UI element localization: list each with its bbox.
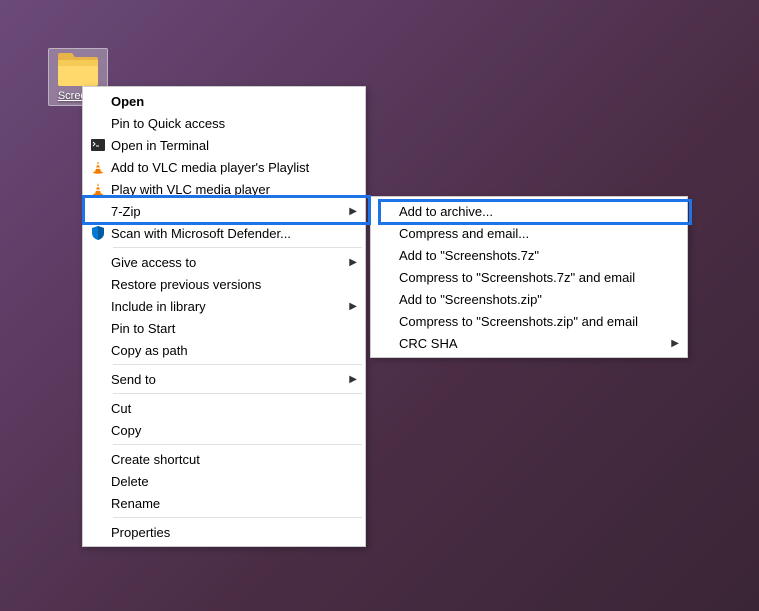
context-menu-main: Open Pin to Quick access Open in Termina… (82, 86, 366, 547)
context-menu-7zip: Add to archive... Compress and email... … (370, 196, 688, 358)
menu-vlc-play[interactable]: Play with VLC media player (85, 178, 363, 200)
vlc-cone-icon (85, 159, 111, 175)
menu-open-in-terminal[interactable]: Open in Terminal (85, 134, 363, 156)
submenu-compress-7z-email[interactable]: Compress to "Screenshots.7z" and email (373, 266, 685, 288)
menu-pin-to-start[interactable]: Pin to Start (85, 317, 363, 339)
submenu-add-to-7z[interactable]: Add to "Screenshots.7z" (373, 244, 685, 266)
submenu-crc-sha[interactable]: CRC SHA ▶ (373, 332, 685, 354)
submenu-arrow-icon: ▶ (343, 301, 357, 312)
menu-scan-defender[interactable]: Scan with Microsoft Defender... (85, 222, 363, 244)
separator (113, 393, 362, 394)
menu-copy[interactable]: Copy (85, 419, 363, 441)
defender-shield-icon (85, 225, 111, 241)
menu-give-access-to[interactable]: Give access to ▶ (85, 251, 363, 273)
menu-7zip[interactable]: 7-Zip ▶ (85, 200, 363, 222)
menu-delete[interactable]: Delete (85, 470, 363, 492)
separator (113, 364, 362, 365)
menu-cut[interactable]: Cut (85, 397, 363, 419)
submenu-arrow-icon: ▶ (343, 206, 357, 217)
menu-copy-as-path[interactable]: Copy as path (85, 339, 363, 361)
menu-vlc-add-playlist[interactable]: Add to VLC media player's Playlist (85, 156, 363, 178)
menu-send-to[interactable]: Send to ▶ (85, 368, 363, 390)
menu-rename[interactable]: Rename (85, 492, 363, 514)
menu-properties[interactable]: Properties (85, 521, 363, 543)
submenu-arrow-icon: ▶ (343, 374, 357, 385)
submenu-compress-and-email[interactable]: Compress and email... (373, 222, 685, 244)
submenu-add-to-archive[interactable]: Add to archive... (373, 200, 685, 222)
submenu-add-to-zip[interactable]: Add to "Screenshots.zip" (373, 288, 685, 310)
separator (113, 247, 362, 248)
folder-icon (56, 52, 100, 88)
menu-restore-previous[interactable]: Restore previous versions (85, 273, 363, 295)
vlc-cone-icon (85, 181, 111, 197)
submenu-arrow-icon: ▶ (665, 338, 679, 349)
menu-include-in-library[interactable]: Include in library ▶ (85, 295, 363, 317)
submenu-arrow-icon: ▶ (343, 257, 357, 268)
separator (113, 444, 362, 445)
menu-create-shortcut[interactable]: Create shortcut (85, 448, 363, 470)
submenu-compress-zip-email[interactable]: Compress to "Screenshots.zip" and email (373, 310, 685, 332)
menu-pin-quick-access[interactable]: Pin to Quick access (85, 112, 363, 134)
menu-open[interactable]: Open (85, 90, 363, 112)
separator (113, 517, 362, 518)
terminal-icon (85, 137, 111, 153)
